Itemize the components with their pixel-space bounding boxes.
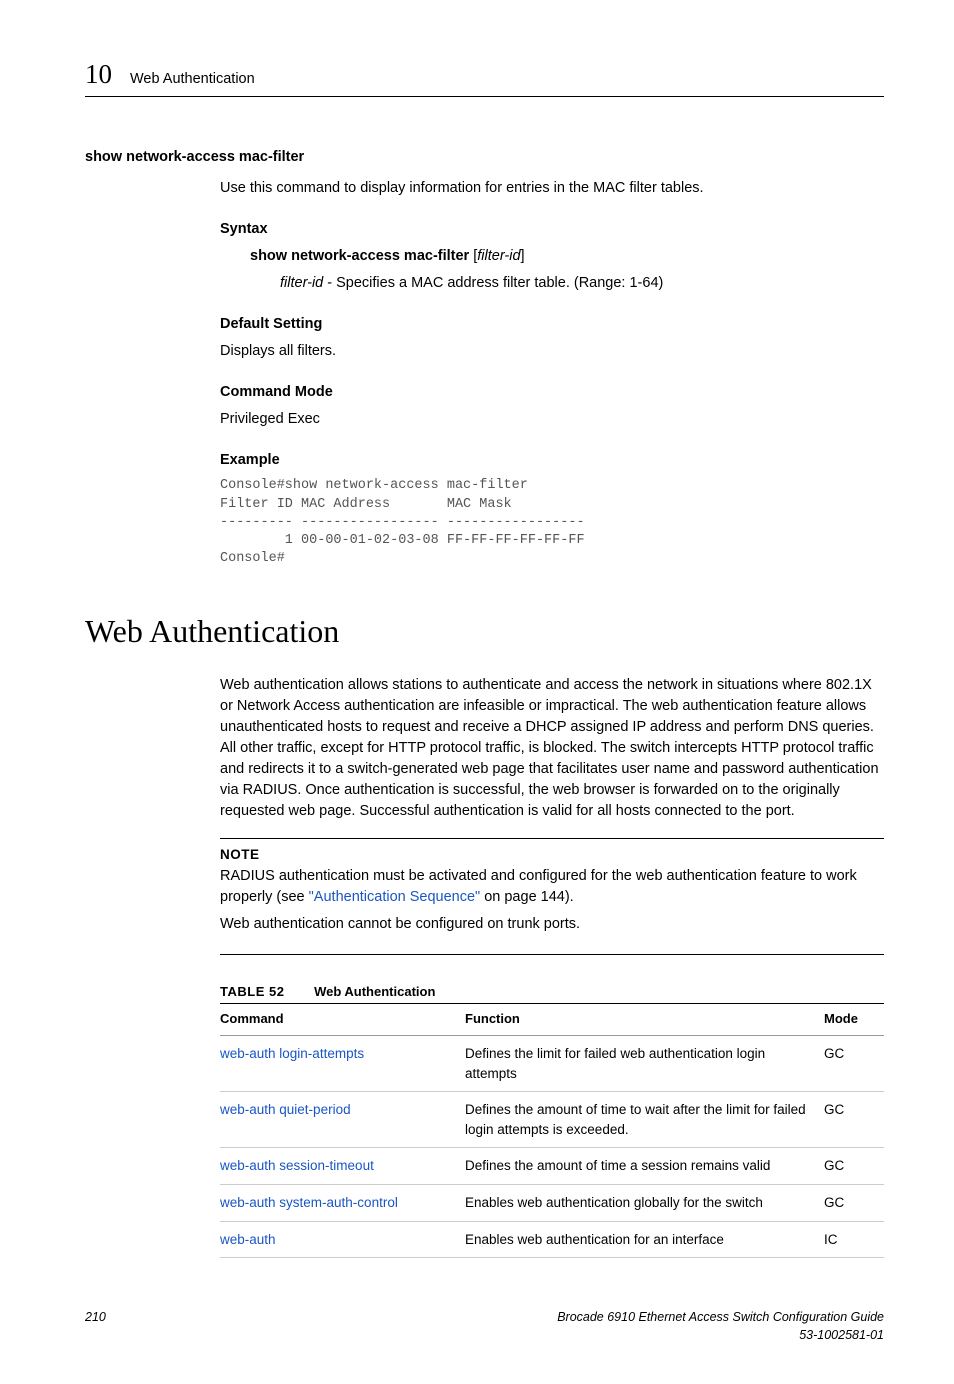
table-header-row: Command Function Mode — [220, 1004, 884, 1036]
th-function: Function — [465, 1004, 824, 1036]
cmd-func: Defines the amount of time a session rem… — [465, 1148, 824, 1185]
section-title: Web Authentication — [85, 608, 884, 654]
note-link[interactable]: "Authentication Sequence" — [309, 889, 481, 905]
table-caption: TABLE 52 Web Authentication — [220, 983, 884, 1002]
mode-text: Privileged Exec — [220, 409, 884, 430]
table-row: web-auth quiet-period Defines the amount… — [220, 1092, 884, 1148]
cmd-func: Enables web authentication globally for … — [465, 1185, 824, 1222]
table-row: web-auth Enables web authentication for … — [220, 1221, 884, 1258]
cmd-mode: GC — [824, 1092, 884, 1148]
cmd-mode: GC — [824, 1148, 884, 1185]
th-command: Command — [220, 1004, 465, 1036]
footer-partnum: 53-1002581-01 — [799, 1328, 884, 1342]
cmd-link[interactable]: web-auth quiet-period — [220, 1102, 351, 1117]
syntax-command-bold: show network-access mac-filter — [250, 248, 469, 264]
note-block: NOTE RADIUS authentication must be activ… — [220, 838, 884, 955]
page-header: 10 Web Authentication — [85, 55, 884, 97]
footer-doc-title: Brocade 6910 Ethernet Access Switch Conf… — [557, 1310, 884, 1324]
cmd-mode: IC — [824, 1221, 884, 1258]
syntax-heading: Syntax — [220, 219, 884, 240]
cmd-func: Defines the amount of time to wait after… — [465, 1092, 824, 1148]
syntax-line: show network-access mac-filter [filter-i… — [250, 246, 884, 267]
note-label: NOTE — [220, 845, 884, 865]
cmd-func: Enables web authentication for an interf… — [465, 1221, 824, 1258]
th-mode: Mode — [824, 1004, 884, 1036]
cmd-link[interactable]: web-auth login-attempts — [220, 1046, 364, 1061]
cmd-link[interactable]: web-auth session-timeout — [220, 1158, 374, 1173]
footer-doc-info: Brocade 6910 Ethernet Access Switch Conf… — [557, 1308, 884, 1344]
command-name: show network-access mac-filter — [85, 147, 884, 168]
table-row: web-auth system-auth-control Enables web… — [220, 1185, 884, 1222]
table-label: TABLE 52 — [220, 984, 284, 999]
default-text: Displays all filters. — [220, 341, 884, 362]
syntax-arg: filter-id — [477, 248, 520, 264]
cmd-mode: GC — [824, 1036, 884, 1092]
page-number: 210 — [85, 1308, 106, 1344]
table-row: web-auth session-timeout Defines the amo… — [220, 1148, 884, 1185]
page-footer: 210 Brocade 6910 Ethernet Access Switch … — [85, 1308, 884, 1344]
command-intro: Use this command to display information … — [220, 178, 884, 199]
section-body: Web authentication allows stations to au… — [220, 675, 884, 822]
mode-heading: Command Mode — [220, 382, 884, 403]
example-code: Console#show network-access mac-filter F… — [220, 477, 884, 568]
cmd-link[interactable]: web-auth system-auth-control — [220, 1195, 398, 1210]
table-title: Web Authentication — [314, 984, 435, 999]
chapter-number: 10 — [85, 55, 112, 94]
default-heading: Default Setting — [220, 314, 884, 335]
chapter-title: Web Authentication — [130, 69, 255, 90]
note-line-1: RADIUS authentication must be activated … — [220, 866, 884, 908]
note-text-1b: on page 144). — [480, 889, 574, 905]
cmd-mode: GC — [824, 1185, 884, 1222]
syntax-arg-description: filter-id - Specifies a MAC address filt… — [280, 273, 884, 294]
syntax-arg-text: - Specifies a MAC address filter table. … — [323, 275, 663, 291]
note-line-2: Web authentication cannot be configured … — [220, 914, 884, 935]
cmd-link[interactable]: web-auth — [220, 1232, 276, 1247]
table-row: web-auth login-attempts Defines the limi… — [220, 1036, 884, 1092]
example-heading: Example — [220, 450, 884, 471]
command-table: Command Function Mode web-auth login-att… — [220, 1003, 884, 1258]
syntax-arg-name: filter-id — [280, 275, 323, 291]
cmd-func: Defines the limit for failed web authent… — [465, 1036, 824, 1092]
